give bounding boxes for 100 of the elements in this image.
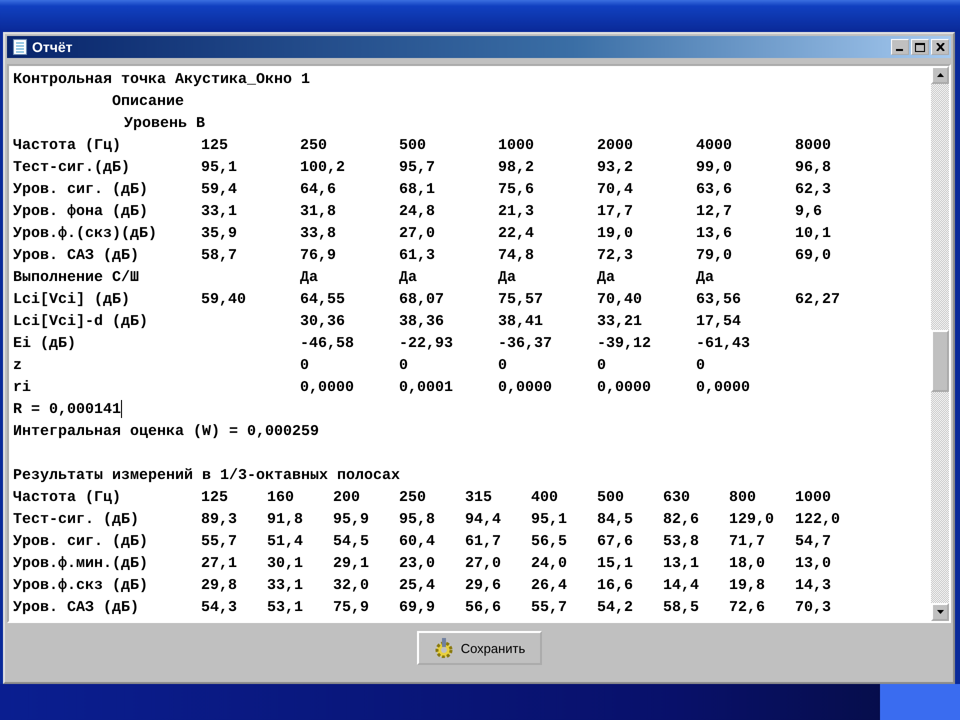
table-cell-text: 21,3 xyxy=(498,202,536,222)
table-cell-text: 13,0 xyxy=(795,554,832,574)
table-cell-text: 68,07 xyxy=(399,290,446,310)
row-label: Lci[Vci]-d (дБ) xyxy=(13,312,150,332)
table-cell-text: 14,3 xyxy=(795,576,832,596)
row-label: Уров. фона (дБ) xyxy=(13,202,150,222)
table-cell-text: 70,40 xyxy=(597,290,644,310)
table-cell-text: 13,6 xyxy=(696,224,734,244)
table-cell-text: 69,0 xyxy=(795,246,832,266)
table-cell-text: 29,1 xyxy=(333,554,370,574)
table-cell-text: Да xyxy=(300,268,320,288)
table-cell-text: 27,0 xyxy=(465,554,502,574)
table-cell-text: 51,4 xyxy=(267,532,304,552)
table-cell-text: 67,6 xyxy=(597,532,634,552)
row-label: Частота (Гц) xyxy=(13,136,122,156)
table-cell-text: 33,1 xyxy=(201,202,238,222)
report-subtitle: Уровень В xyxy=(124,115,206,132)
table-cell-text: 76,9 xyxy=(300,246,338,266)
section-title: Результаты измерений в 1/3-октавных полосах xyxy=(13,467,400,484)
table-cell-text: 125 xyxy=(201,488,230,508)
table-cell-text: -46,58 xyxy=(300,334,356,354)
table-cell-text: 12,7 xyxy=(696,202,734,222)
summary-line: Интегральная оценка (W) = 0,000259 xyxy=(13,423,320,440)
table-cell-text: 33,8 xyxy=(300,224,338,244)
table-cell-text: 79,0 xyxy=(696,246,734,266)
table-cell-text: -22,93 xyxy=(399,334,454,354)
table-cell-text: 54,2 xyxy=(597,598,634,618)
table-cell-text: 61,3 xyxy=(399,246,436,266)
scrollbar-thumb[interactable] xyxy=(931,330,949,392)
table-cell-text: 800 xyxy=(729,488,758,508)
table-cell-text: 17,7 xyxy=(597,202,634,222)
table-cell-text: 63,6 xyxy=(696,180,734,200)
table-cell-text: 53,1 xyxy=(267,598,304,618)
table-cell-text: 68,1 xyxy=(399,180,436,200)
table-cell-text: 0 xyxy=(597,356,608,376)
table-cell-text: 250 xyxy=(399,488,428,508)
table-cell-text: 64,55 xyxy=(300,290,346,310)
table-cell-text: 29,8 xyxy=(201,576,238,596)
table-cell-text: 630 xyxy=(663,488,692,508)
table-cell-text: 31,8 xyxy=(300,202,338,222)
table-cell-text: 0 xyxy=(498,356,508,376)
gear-icon xyxy=(432,638,455,658)
table-cell-text: 35,9 xyxy=(201,224,238,244)
table-cell-text: 400 xyxy=(531,488,560,508)
table-cell-text: 64,6 xyxy=(300,180,338,200)
report-title: Контрольная точка Акустика_Окно 1 xyxy=(13,71,310,88)
table-cell-text: 32,0 xyxy=(333,576,370,596)
table-cell-text: 95,1 xyxy=(201,158,238,178)
table-cell-text: 129,0 xyxy=(729,510,776,530)
row-label: Ei (дБ) xyxy=(13,334,78,354)
table-cell-text: 33,21 xyxy=(597,312,644,332)
row-label: Выполнение С/Ш xyxy=(13,268,140,288)
maximize-icon xyxy=(915,42,925,52)
table-cell-text: 55,7 xyxy=(531,598,568,618)
table-cell-text: 63,56 xyxy=(696,290,742,310)
table-cell-text: 71,7 xyxy=(729,532,766,552)
table-cell-text: 18,0 xyxy=(729,554,766,574)
table-cell-text: 30,1 xyxy=(267,554,304,574)
table-cell-text: 62,3 xyxy=(795,180,832,200)
table-cell-text: 75,6 xyxy=(498,180,536,200)
table-cell-text: 29,6 xyxy=(465,576,502,596)
table-cell-text: 27,0 xyxy=(399,224,436,244)
table-cell-text: 1000 xyxy=(795,488,832,508)
table-cell-text: Да xyxy=(597,268,616,288)
table-cell-text: 0 xyxy=(696,356,706,376)
table-cell-text: 99,0 xyxy=(696,158,734,178)
table-cell-text: 24,8 xyxy=(399,202,436,222)
minimize-button[interactable] xyxy=(891,39,909,55)
table-cell-text: 23,0 xyxy=(399,554,436,574)
table-cell-text: 56,5 xyxy=(531,532,568,552)
table-cell-text: -36,37 xyxy=(498,334,554,354)
table-cell-text: 1000 xyxy=(498,136,536,156)
table-cell-text: 9,6 xyxy=(795,202,824,222)
maximize-button[interactable] xyxy=(911,39,929,55)
table-cell-text: -39,12 xyxy=(597,334,652,354)
table-cell-text: 122,0 xyxy=(795,510,842,530)
summary-line: R = 0,000141 xyxy=(13,401,122,418)
scroll-down-button[interactable] xyxy=(931,603,949,621)
table-cell-text: 72,6 xyxy=(729,598,766,618)
table-cell-text: 55,7 xyxy=(201,532,238,552)
table-cell-text: 58,7 xyxy=(201,246,238,266)
report-subtitle: Описание xyxy=(112,93,184,110)
table-cell-text: 61,7 xyxy=(465,532,502,552)
close-button[interactable] xyxy=(931,39,949,55)
scroll-up-button[interactable] xyxy=(931,66,949,84)
table-cell-text: 95,9 xyxy=(333,510,370,530)
table-cell-text: 26,4 xyxy=(531,576,568,596)
table-cell-text: 8000 xyxy=(795,136,832,156)
table-cell-text: 125 xyxy=(201,136,230,156)
close-icon xyxy=(936,43,944,51)
table-cell-text: 19,0 xyxy=(597,224,634,244)
table-cell-text: 74,8 xyxy=(498,246,536,266)
table-cell-text: 93,2 xyxy=(597,158,634,178)
row-label: Lci[Vci] (дБ) xyxy=(13,290,132,310)
down-arrow-icon xyxy=(936,610,944,614)
table-cell-text: 500 xyxy=(597,488,626,508)
save-button[interactable]: Сохранить xyxy=(416,631,542,665)
table-cell-text: 60,4 xyxy=(399,532,436,552)
table-cell-text: -61,43 xyxy=(696,334,752,354)
table-cell-text: 10,1 xyxy=(795,224,832,244)
